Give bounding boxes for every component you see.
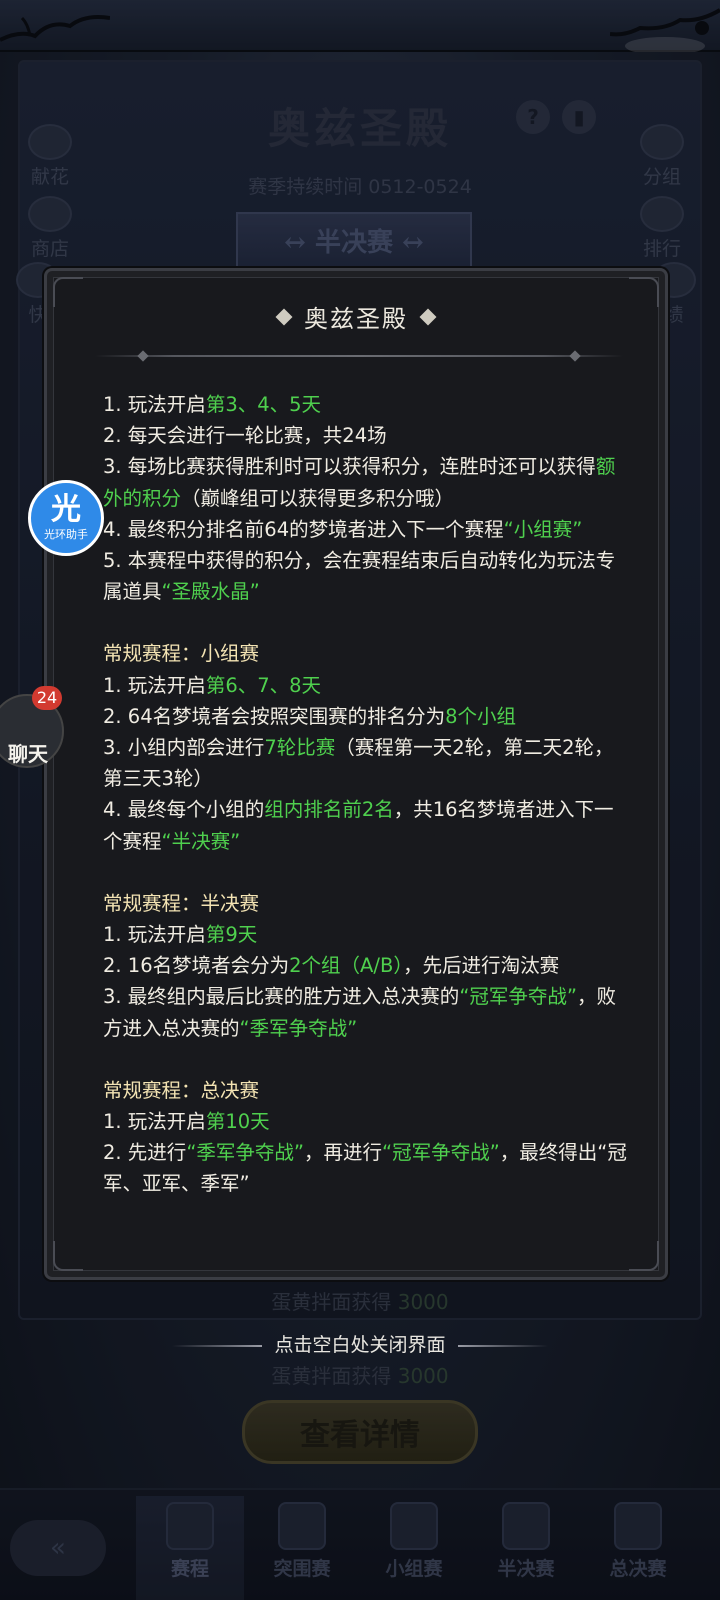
highlight-text: 第10天: [205, 1110, 270, 1134]
diamond-icon: [275, 308, 293, 325]
close-hint: 点击空白处关闭界面: [0, 1330, 720, 1357]
highlight-text: “季军争夺战”: [186, 1141, 305, 1165]
modal-title-text: 奥兹圣殿: [304, 305, 408, 333]
highlight-text: 第9天: [205, 923, 258, 947]
rule-line: 3. 每场比赛获得胜利时可以获得积分，连胜时还可以获得额外的积分（巅峰组可以获得…: [103, 455, 616, 510]
rule-line: 2. 16名梦境者会分为2个组（A/B），先后进行淘汰赛: [103, 954, 560, 978]
highlight-text: 额外的积分: [103, 455, 616, 510]
rule-line: 3. 最终组内最后比赛的胜方进入总决赛的“冠军争夺战”，败方进入总决赛的“季军争…: [103, 985, 617, 1040]
highlight-text: 第6、7、8天: [205, 673, 322, 697]
highlight-text: 2个组（A/B）: [289, 954, 404, 978]
highlight-text: “圣殿水晶”: [161, 580, 260, 604]
rule-line: 5. 本赛程中获得的积分，会在赛程结束后自动转化为玩法专属道具“圣殿水晶”: [103, 549, 616, 604]
highlight-text: “冠军争夺战”: [382, 1141, 500, 1165]
rule-line: 1. 玩法开启第3、4、5天: [103, 393, 322, 416]
rule-line: 2. 64名梦境者会按照突围赛的排名分为8个小组: [103, 704, 517, 728]
hint-divider-right: [457, 1344, 548, 1347]
rule-line: 1. 玩法开启第9天: [103, 923, 258, 947]
highlight-text: “季军争夺战”: [239, 1016, 358, 1040]
diamond-icon: [419, 308, 437, 325]
assistant-label: 光环助手: [44, 528, 88, 541]
close-hint-text: 点击空白处关闭界面: [274, 1334, 446, 1356]
highlight-text: “小组赛”: [503, 517, 583, 541]
chat-unread-badge: 24: [32, 686, 62, 710]
rules-modal: 奥兹圣殿 1. 玩法开启第3、4、5天 2. 每天会进行一轮比赛，共24场 3. 每…: [44, 268, 668, 1280]
highlight-text: 组内排名前2名: [264, 798, 394, 822]
corner-ornament: [629, 1241, 659, 1271]
highlight-text: 8个小组: [445, 704, 517, 728]
section-heading: 常规赛程：小组赛: [103, 642, 260, 666]
rule-line: 1. 玩法开启第6、7、8天: [103, 673, 322, 697]
rules-text-scroll[interactable]: 1. 玩法开启第3、4、5天 2. 每天会进行一轮比赛，共24场 3. 每场比赛获得…: [103, 389, 627, 1247]
corner-ornament: [53, 1241, 83, 1271]
rule-line: 4. 最终每个小组的组内排名前2名，共16名梦境者进入下一个赛程“半决赛”: [103, 798, 614, 853]
rule-line: 4. 最终积分排名前64的梦境者进入下一个赛程“小组赛”: [103, 517, 583, 541]
chat-label: 聊天: [8, 742, 48, 766]
section-heading: 常规赛程：半决赛: [103, 891, 260, 915]
highlight-text: “冠军争夺战”: [459, 985, 578, 1009]
highlight-text: “半决赛”: [161, 829, 241, 853]
highlight-text: 7轮比赛: [264, 736, 336, 760]
rule-line: 2. 先进行“季军争夺战”，再进行“冠军争夺战”，最终得出“冠军、亚军、季军”: [103, 1141, 627, 1196]
rule-line: 3. 小组内部会进行7轮比赛（赛程第一天2轮，第二天2轮，第三天3轮）: [103, 736, 614, 791]
section-heading: 常规赛程：总决赛: [103, 1078, 260, 1102]
assistant-float-button[interactable]: 光 光环助手: [28, 480, 104, 556]
title-divider: [95, 355, 623, 357]
assistant-logo: 光: [51, 492, 81, 527]
rule-line: 1. 玩法开启第10天: [103, 1110, 270, 1134]
highlight-text: 第3、4、5天: [205, 393, 322, 416]
rule-line: 2. 每天会进行一轮比赛，共24场: [103, 424, 387, 448]
hint-divider-left: [172, 1344, 263, 1347]
modal-title: 奥兹圣殿: [47, 299, 665, 334]
